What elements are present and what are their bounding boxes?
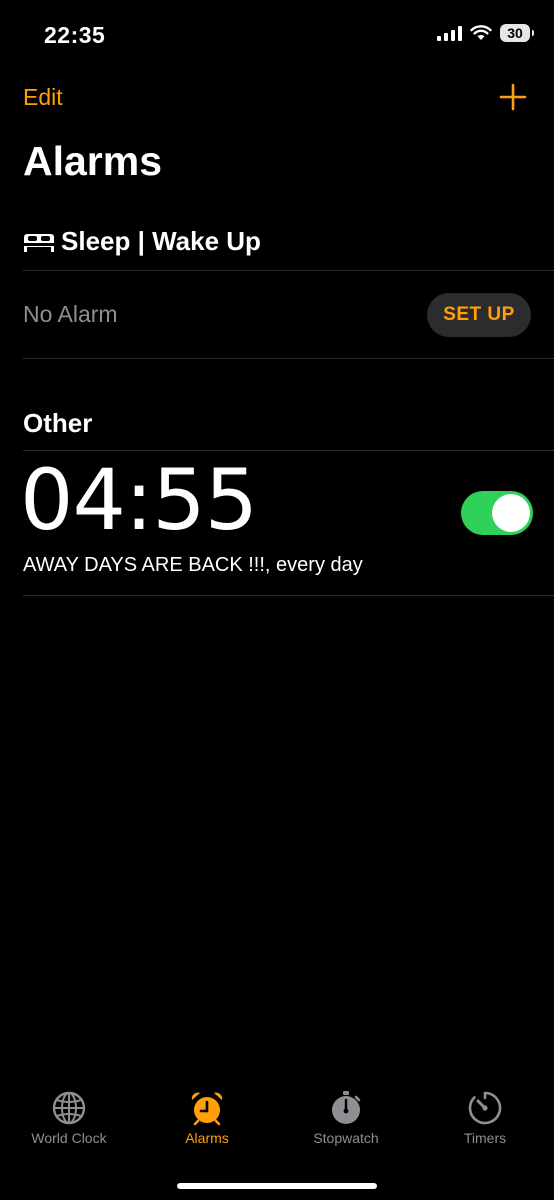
setup-button[interactable]: SET UP (427, 293, 531, 337)
tab-label: World Clock (31, 1130, 107, 1146)
status-bar: 22:35 30 (0, 0, 554, 70)
tab-alarms[interactable]: Alarms (138, 1090, 276, 1146)
wifi-icon (470, 25, 492, 40)
edit-button[interactable]: Edit (23, 84, 63, 111)
divider (23, 270, 554, 271)
tab-label: Timers (463, 1130, 507, 1146)
battery-level: 30 (507, 25, 523, 41)
divider (23, 358, 554, 359)
alarm-time: 04:55 (20, 451, 258, 549)
alarm-clock-icon (191, 1092, 223, 1126)
timer-icon (468, 1091, 502, 1125)
sleep-alarm-status: No Alarm (23, 301, 118, 327)
status-time: 22:35 (44, 22, 106, 48)
bed-icon (24, 233, 54, 252)
tab-stopwatch[interactable]: Stopwatch (277, 1090, 415, 1146)
globe-icon (52, 1091, 86, 1125)
tab-label: Alarms (185, 1130, 229, 1146)
toggle-knob (492, 494, 530, 532)
alarm-label: AWAY DAYS ARE BACK !!!, every day (23, 554, 363, 576)
home-indicator[interactable] (177, 1183, 377, 1189)
status-icons: 30 (437, 24, 534, 42)
battery-icon: 30 (500, 24, 534, 42)
sleep-section-title: Sleep | Wake Up (61, 226, 261, 256)
other-section-title: Other (23, 408, 93, 438)
alarm-toggle[interactable] (461, 491, 533, 535)
sleep-section-header: Sleep | Wake Up (23, 226, 261, 257)
cellular-signal-icon (437, 25, 462, 41)
stopwatch-icon (332, 1091, 361, 1124)
tab-timers[interactable]: Timers (416, 1090, 554, 1146)
tab-world-clock[interactable]: World Clock (0, 1090, 138, 1146)
page-title: Alarms (23, 138, 163, 184)
divider (23, 595, 554, 596)
tab-label: Stopwatch (313, 1130, 379, 1146)
plus-icon[interactable] (498, 82, 528, 112)
